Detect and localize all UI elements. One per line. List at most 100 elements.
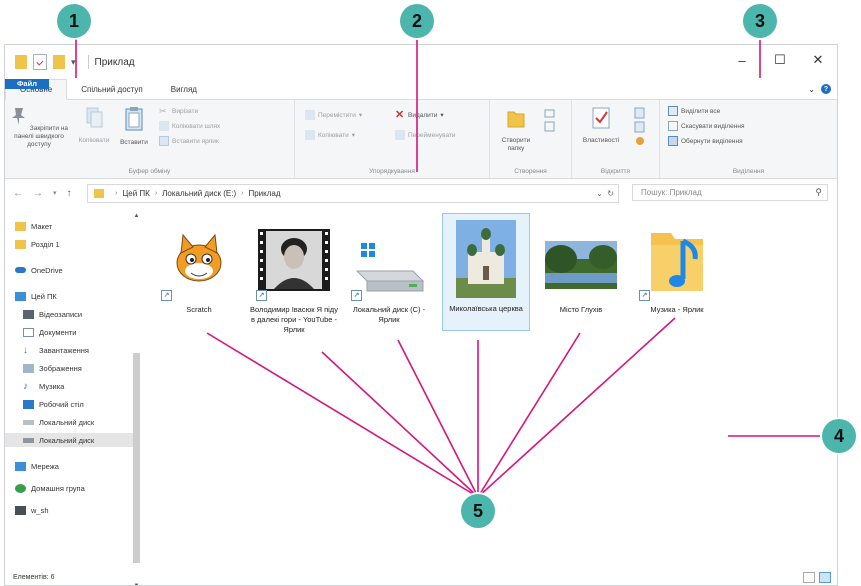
minimize-button[interactable]: –	[723, 45, 761, 75]
nav-item-local-disk-e[interactable]: Локальний диск	[5, 433, 137, 447]
large-icons-view-icon[interactable]	[819, 572, 831, 583]
copy-button[interactable]: Копіювати	[75, 106, 113, 145]
pin-icon	[11, 108, 25, 125]
user-icon	[15, 505, 26, 515]
file-item-church-photo[interactable]: Миколаївська церква	[442, 213, 530, 331]
nav-label: Зображення	[39, 363, 82, 373]
close-button[interactable]: ✕	[799, 45, 837, 75]
paste-button[interactable]: Вставити	[115, 106, 153, 147]
select-none-button[interactable]: Скасувати виділення	[668, 121, 745, 131]
organize-group-label: Упорядкування	[369, 168, 415, 175]
ribbon-tabs: Файл Основне Спільний доступ Вигляд ⌄ ?	[5, 79, 837, 100]
tab-file[interactable]: Файл	[5, 79, 49, 89]
pin-button[interactable]: Закріпити на панелі швидкого доступу	[9, 106, 69, 148]
nav-item-pictures[interactable]: Зображення	[23, 361, 82, 375]
nav-item-music[interactable]: ♪ Музика	[23, 379, 64, 393]
file-item-local-disk-shortcut[interactable]: ↗ Локальний диск (С) - Ярлик	[345, 215, 433, 325]
copy-path-button[interactable]: Копіювати шлях	[159, 121, 220, 131]
breadcrumb-drive[interactable]: Локальний диск (E:)	[162, 189, 236, 198]
search-input[interactable]: Пошук: Приклад ⚲	[632, 184, 828, 201]
invert-selection-button[interactable]: Обернути виділення	[668, 136, 743, 146]
recent-dropdown-icon[interactable]: ▾	[53, 189, 57, 197]
delete-button[interactable]: ✕ Видалити ▾	[395, 110, 444, 121]
nav-label: Розділ 1	[31, 239, 60, 249]
copy-path-icon	[159, 121, 169, 131]
music-icon: ♪	[23, 380, 28, 392]
file-item-hlukhiv-photo[interactable]: Місто Глухів	[537, 215, 625, 315]
breadcrumb-this-pc[interactable]: Цей ПК	[122, 189, 149, 198]
nav-item-desktop[interactable]: Робочий стіл	[23, 397, 84, 411]
new-item-icon[interactable]	[542, 108, 562, 136]
group-new: Створити папку Створення	[490, 100, 572, 178]
details-view-icon[interactable]	[803, 572, 815, 583]
tab-view[interactable]: Вигляд	[157, 79, 211, 99]
properties-icon[interactable]	[33, 54, 47, 70]
nav-item-maket[interactable]: Макет	[15, 219, 52, 233]
nav-item-homegroup[interactable]: Домашня група	[15, 481, 85, 495]
move-to-button[interactable]: Перемістити ▾	[305, 110, 362, 120]
breadcrumb-folder[interactable]: Приклад	[248, 189, 280, 198]
rename-button[interactable]: Перейменувати	[395, 130, 456, 140]
document-icon	[23, 327, 34, 337]
nav-item-onedrive[interactable]: OneDrive	[15, 263, 63, 277]
forward-icon[interactable]: →	[33, 188, 43, 199]
nav-item-user[interactable]: w_sh	[15, 503, 49, 517]
file-item-music-shortcut[interactable]: ↗ Музика - Ярлик	[633, 215, 721, 315]
nav-label: Завантаження	[39, 345, 89, 355]
music-folder-icon: ↗	[637, 219, 717, 301]
qat-dropdown-icon[interactable]: ▾	[71, 57, 76, 68]
new-folder-button[interactable]: Створити папку	[494, 106, 538, 152]
group-select: Виділити все Скасувати виділення Обернут…	[660, 100, 837, 178]
copy-to-button[interactable]: Копіювати ▾	[305, 130, 355, 140]
invert-selection-icon	[668, 136, 678, 146]
tab-share[interactable]: Спільний доступ	[67, 79, 157, 99]
folder-icon	[94, 189, 104, 198]
nav-item-this-pc[interactable]: Цей ПК	[15, 289, 57, 303]
cloud-icon	[15, 267, 26, 273]
view-toggles	[799, 572, 831, 583]
window-controls: – ☐ ✕	[723, 45, 837, 75]
select-all-icon	[668, 106, 678, 116]
new-folder-icon[interactable]	[53, 55, 65, 69]
scroll-up-icon[interactable]: ▲	[132, 213, 141, 219]
address-bar[interactable]: › Цей ПК › Локальний диск (E:) › Приклад…	[87, 184, 619, 203]
callout-2-badge: 2	[400, 4, 434, 38]
cut-button[interactable]: ✂ Вирізати	[159, 106, 198, 116]
file-label: Локальний диск (С) - Ярлик	[352, 305, 426, 324]
nav-label: Робочий стіл	[39, 399, 84, 409]
select-all-button[interactable]: Виділити все	[668, 106, 720, 116]
refresh-icon[interactable]: ⌄ ↻	[596, 189, 614, 198]
up-icon[interactable]: ↑	[67, 188, 72, 199]
nav-item-downloads[interactable]: ↓ Завантаження	[23, 343, 89, 357]
nav-item-network[interactable]: Мережа	[15, 459, 59, 473]
copy-to-icon	[305, 130, 315, 140]
back-icon[interactable]: ←	[13, 188, 23, 199]
nav-item-documents[interactable]: Документи	[23, 325, 76, 339]
rename-label: Перейменувати	[408, 131, 456, 139]
file-item-youtube-video[interactable]: ↗ Володимир Івасюк Я піду в далекі гори …	[250, 215, 338, 334]
scroll-thumb[interactable]	[133, 353, 140, 563]
help-icon[interactable]: ?	[821, 84, 831, 94]
nav-item-local-disk-c[interactable]: Локальний диск	[23, 415, 94, 429]
nav-item-rozdil-1[interactable]: Розділ 1	[15, 237, 60, 251]
properties-button[interactable]: Властивості	[576, 106, 626, 145]
callout-4-badge: 4	[822, 419, 856, 453]
file-label: Scratch	[186, 305, 212, 314]
ribbon-collapse-icon[interactable]: ⌄	[808, 85, 815, 94]
group-open: Властивості Відкриття	[572, 100, 660, 178]
folder-icon[interactable]	[15, 55, 27, 69]
nav-scrollbar[interactable]: ▲ ▼	[132, 213, 141, 585]
group-organize: Перемістити ▾ Копіювати ▾ ✕ Видалити ▾ Пере…	[295, 100, 490, 178]
file-item-scratch[interactable]: ↗ Scratch	[155, 215, 243, 315]
invert-selection-label: Обернути виділення	[681, 137, 743, 145]
desktop-icon	[23, 399, 34, 409]
open-group-label: Відкриття	[600, 168, 631, 175]
video-thumbnail-icon: ↗	[254, 219, 334, 301]
search-placeholder: Пошук: Приклад	[641, 188, 702, 197]
copy-path-label: Копіювати шлях	[172, 122, 221, 130]
paste-shortcut-button[interactable]: Вставити ярлик	[159, 136, 219, 146]
nav-item-videos[interactable]: Відеозаписи	[23, 307, 82, 321]
window-title: Приклад	[94, 56, 135, 68]
maximize-button[interactable]: ☐	[761, 45, 799, 75]
open-actions-icon[interactable]	[632, 106, 650, 148]
